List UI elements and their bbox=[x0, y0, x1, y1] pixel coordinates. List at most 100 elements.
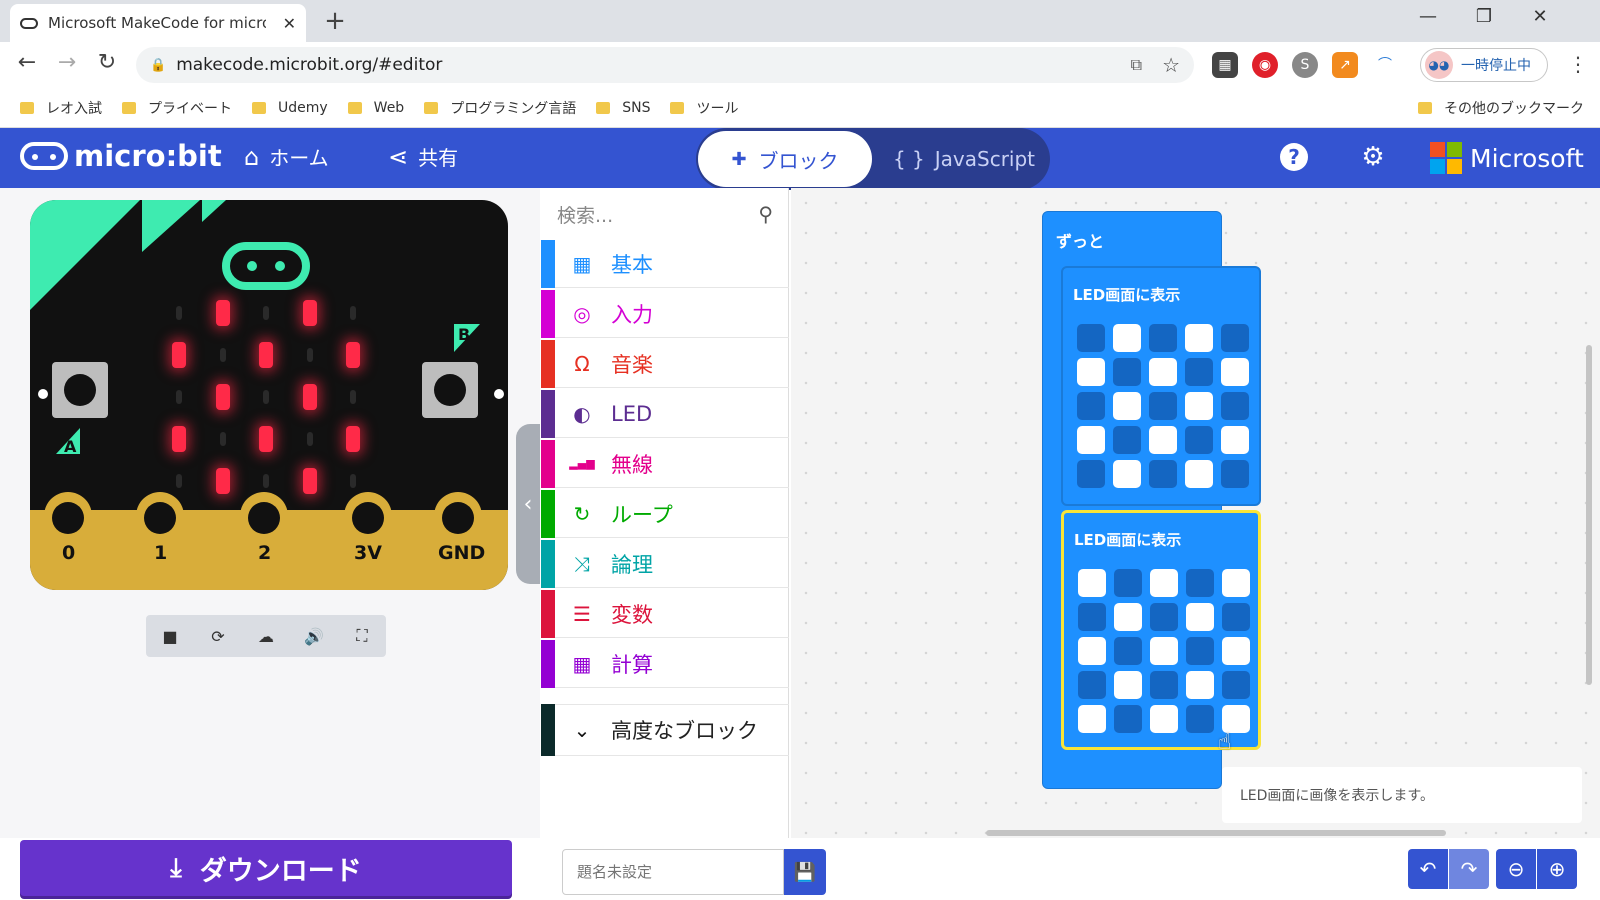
profile-button[interactable]: ◕◕ 一時停止中 bbox=[1420, 48, 1548, 82]
microbit-board[interactable]: B A 0 1 2 3V GND bbox=[30, 200, 508, 590]
stop-icon[interactable]: ■ bbox=[146, 627, 194, 646]
reload-icon[interactable]: ↻ bbox=[92, 50, 122, 75]
led-toggle-cell[interactable] bbox=[1113, 324, 1141, 352]
led-toggle-cell[interactable] bbox=[1078, 671, 1106, 699]
zoom-in-icon[interactable]: ⊕ bbox=[1537, 849, 1577, 889]
bookmark-item[interactable]: Udemy bbox=[252, 100, 328, 116]
led-toggle-cell[interactable] bbox=[1078, 705, 1106, 733]
chart-extension-icon[interactable]: ↗ bbox=[1332, 52, 1358, 78]
toolbox-category-7[interactable]: ☰ 変数 bbox=[541, 589, 789, 638]
bookmark-item[interactable]: ツール bbox=[670, 98, 738, 118]
led-toggle-cell[interactable] bbox=[1185, 426, 1213, 454]
restart-icon[interactable]: ⟳ bbox=[194, 627, 242, 646]
led-toggle-cell[interactable] bbox=[1149, 426, 1177, 454]
led-toggle-cell[interactable] bbox=[1078, 603, 1106, 631]
bookmark-item[interactable]: レオ入試 bbox=[20, 98, 102, 118]
led-toggle-cell[interactable] bbox=[1149, 358, 1177, 386]
button-a[interactable] bbox=[52, 362, 108, 418]
home-button[interactable]: ⌂ ホーム bbox=[244, 142, 329, 171]
bookmark-item[interactable]: プログラミング言語 bbox=[424, 98, 576, 118]
download-button[interactable]: ⤓ ダウンロード bbox=[20, 840, 512, 896]
led-toggle-cell[interactable] bbox=[1114, 603, 1142, 631]
led-toggle-cell[interactable] bbox=[1186, 603, 1214, 631]
toolbox-category-6[interactable]: ⤨ 論理 bbox=[541, 539, 789, 588]
led-toggle-cell[interactable] bbox=[1077, 460, 1105, 488]
led-toggle-cell[interactable] bbox=[1149, 392, 1177, 420]
led-toggle-cell[interactable] bbox=[1077, 358, 1105, 386]
led-toggle-cell[interactable] bbox=[1114, 671, 1142, 699]
led-toggle-cell[interactable] bbox=[1150, 569, 1178, 597]
share-button[interactable]: ⋖ 共有 bbox=[388, 142, 458, 171]
fullscreen-icon[interactable]: ⛶ bbox=[338, 626, 386, 646]
forward-icon[interactable]: → bbox=[52, 50, 82, 75]
gear-icon[interactable]: ⚙ bbox=[1356, 142, 1390, 176]
pin-gnd[interactable] bbox=[442, 502, 474, 534]
address-bar[interactable]: 🔒 makecode.microbit.org/#editor ⧉ ☆ bbox=[136, 47, 1194, 83]
led-toggle-cell[interactable] bbox=[1078, 569, 1106, 597]
led-toggle-cell[interactable] bbox=[1150, 603, 1178, 631]
led-toggle-cell[interactable] bbox=[1186, 671, 1214, 699]
toolbox-category-4[interactable]: ▂▄▆ 無線 bbox=[541, 439, 789, 488]
led-toggle-cell[interactable] bbox=[1186, 705, 1214, 733]
led-toggle-cell[interactable] bbox=[1077, 426, 1105, 454]
collapse-simulator-button[interactable]: ‹ bbox=[516, 424, 540, 584]
toolbox-category-5[interactable]: ↻ ループ bbox=[541, 489, 789, 538]
led-toggle-cell[interactable] bbox=[1185, 358, 1213, 386]
search-input[interactable]: 検索... bbox=[557, 201, 613, 228]
skype-extension-icon[interactable]: S bbox=[1292, 52, 1318, 78]
led-toggle-cell[interactable] bbox=[1222, 671, 1250, 699]
led-toggle-cell[interactable] bbox=[1185, 392, 1213, 420]
zoom-out-icon[interactable]: ⊖ bbox=[1496, 849, 1536, 889]
blocks-mode-button[interactable]: ✚ ブロック bbox=[698, 131, 872, 187]
help-icon[interactable]: ? bbox=[1280, 143, 1308, 171]
led-toggle-cell[interactable] bbox=[1222, 603, 1250, 631]
show-leds-block[interactable]: LED画面に表示 bbox=[1061, 266, 1261, 506]
microbit-logo[interactable]: micro:bit bbox=[20, 139, 222, 173]
led-toggle-cell[interactable] bbox=[1221, 426, 1249, 454]
toolbox-search[interactable]: 検索... ⚲ bbox=[541, 192, 789, 236]
menu-kebab-icon[interactable]: ⋮ bbox=[1568, 52, 1588, 76]
mute-icon[interactable]: 🔊 bbox=[290, 627, 338, 646]
restore-icon[interactable]: ❐ bbox=[1464, 6, 1504, 27]
back-icon[interactable]: ← bbox=[12, 50, 42, 75]
led-toggle-cell[interactable] bbox=[1186, 637, 1214, 665]
browser-tab[interactable]: Microsoft MakeCode for micro:bit ✕ bbox=[10, 4, 306, 42]
pin-3v[interactable] bbox=[352, 502, 384, 534]
slow-mo-icon[interactable]: ☁ bbox=[242, 627, 290, 646]
led-toggle-cell[interactable] bbox=[1185, 324, 1213, 352]
led-toggle-cell[interactable] bbox=[1077, 324, 1105, 352]
bookmark-item[interactable]: プライベート bbox=[122, 98, 232, 118]
red-extension-icon[interactable]: ◉ bbox=[1252, 52, 1278, 78]
new-tab-icon[interactable]: + bbox=[320, 6, 350, 36]
show-leds-block-selected[interactable]: LED画面に表示 bbox=[1061, 510, 1261, 750]
toolbox-category-3[interactable]: ◐ LED bbox=[541, 389, 789, 438]
led-toggle-cell[interactable] bbox=[1221, 460, 1249, 488]
led-toggle-cell[interactable] bbox=[1222, 637, 1250, 665]
toolbox-category-8[interactable]: ▦ 計算 bbox=[541, 639, 789, 688]
led-toggle-cell[interactable] bbox=[1150, 637, 1178, 665]
led-toggle-cell[interactable] bbox=[1150, 671, 1178, 699]
led-toggle-cell[interactable] bbox=[1149, 460, 1177, 488]
led-toggle-cell[interactable] bbox=[1077, 392, 1105, 420]
pin-1[interactable] bbox=[144, 502, 176, 534]
led-toggle-cell[interactable] bbox=[1221, 392, 1249, 420]
redo-icon[interactable]: ↷ bbox=[1449, 849, 1489, 889]
translate-icon[interactable]: ⧉ bbox=[1131, 55, 1142, 75]
rainbow-extension-icon[interactable]: ⌒ bbox=[1372, 52, 1398, 78]
led-toggle-cell[interactable] bbox=[1078, 637, 1106, 665]
microsoft-logo[interactable]: Microsoft bbox=[1430, 142, 1584, 174]
bookmark-item[interactable]: SNS bbox=[596, 100, 650, 116]
led-toggle-cell[interactable] bbox=[1113, 392, 1141, 420]
undo-icon[interactable]: ↶ bbox=[1408, 849, 1448, 889]
close-window-icon[interactable]: ✕ bbox=[1520, 6, 1560, 27]
led-toggle-cell[interactable] bbox=[1113, 426, 1141, 454]
led-toggle-cell[interactable] bbox=[1221, 324, 1249, 352]
vertical-scrollbar[interactable] bbox=[1586, 345, 1592, 685]
led-toggle-cell[interactable] bbox=[1113, 460, 1141, 488]
horizontal-scrollbar[interactable] bbox=[986, 830, 1446, 836]
pin-0[interactable] bbox=[52, 502, 84, 534]
javascript-mode-button[interactable]: { } JavaScript bbox=[880, 131, 1048, 187]
led-toggle-cell[interactable] bbox=[1114, 705, 1142, 733]
toolbox-category-1[interactable]: ◎ 入力 bbox=[541, 289, 789, 338]
button-b[interactable] bbox=[422, 362, 478, 418]
